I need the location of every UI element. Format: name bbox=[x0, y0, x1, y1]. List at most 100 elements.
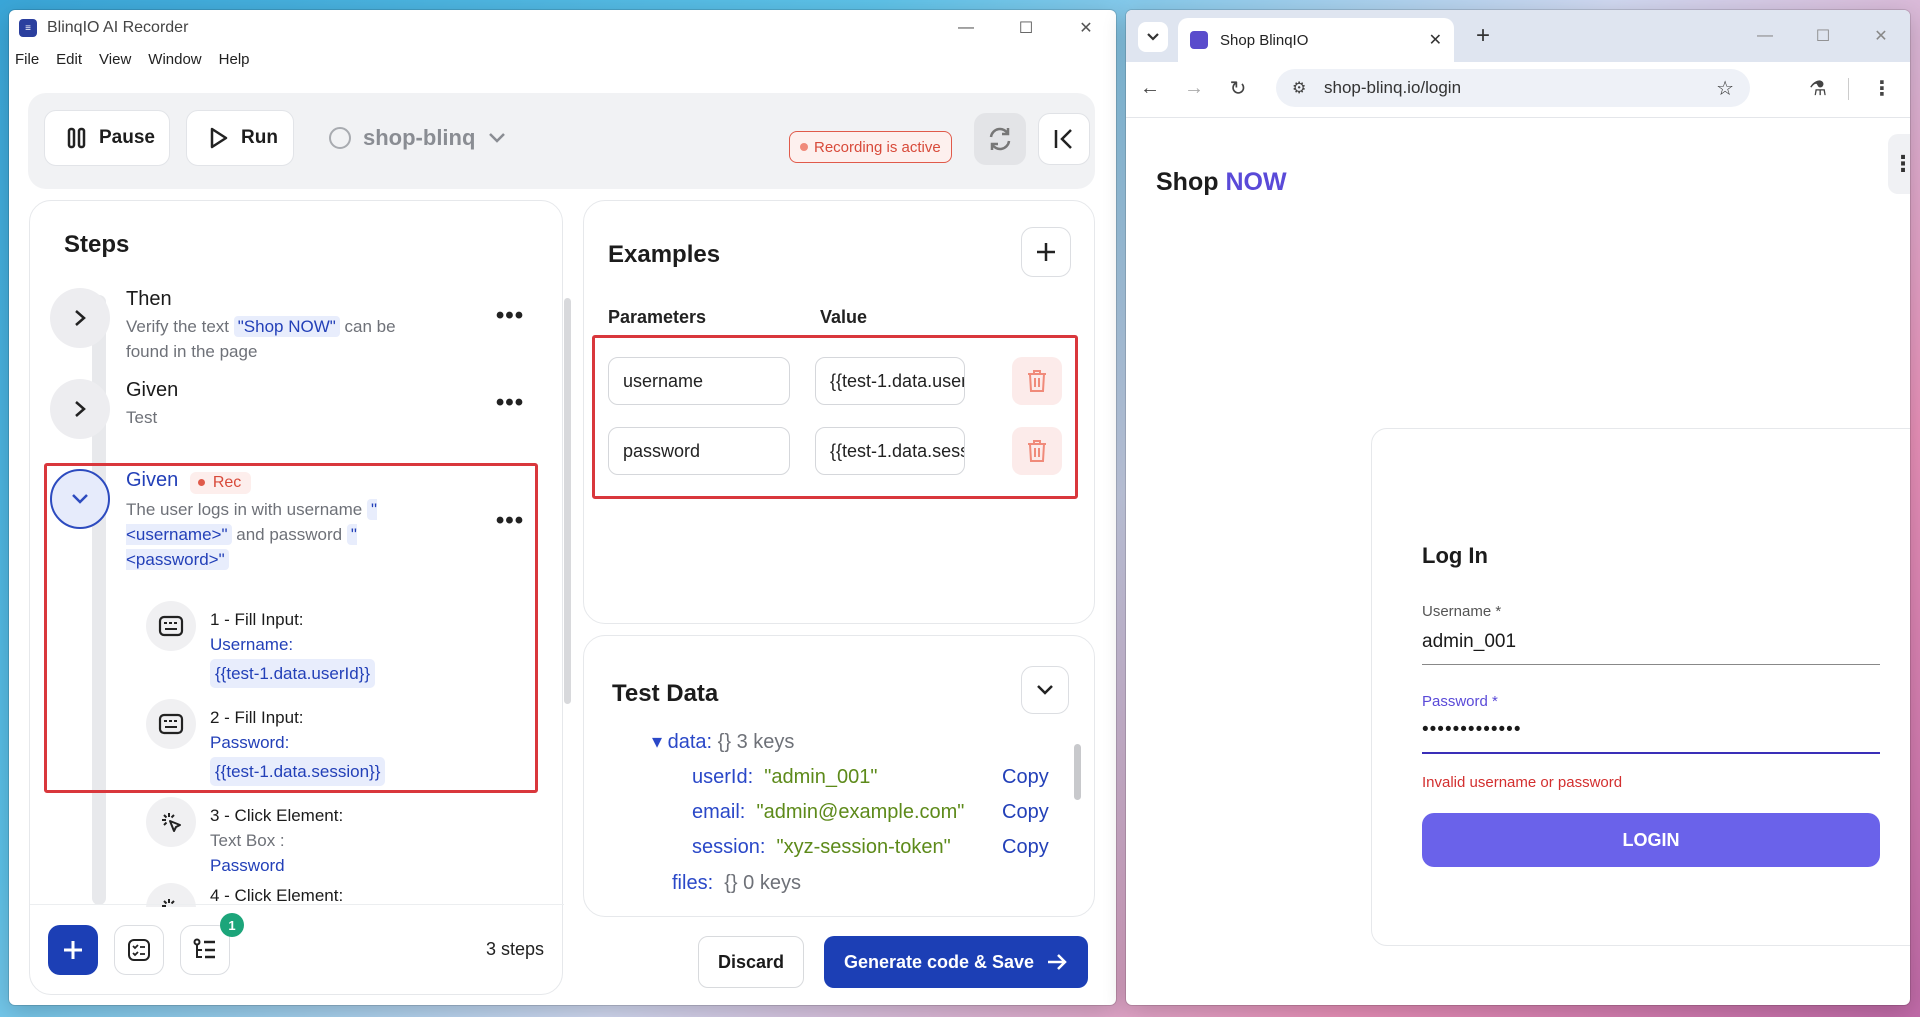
checklist-icon bbox=[128, 939, 150, 961]
tab-search-button[interactable] bbox=[1138, 22, 1168, 52]
json-value: "admin@example.com" bbox=[756, 801, 965, 823]
recorder-titlebar: ≡ BlinqIO AI Recorder — ☐ ✕ bbox=[9, 10, 1116, 46]
password-underline bbox=[1422, 752, 1880, 754]
expand-step-button[interactable] bbox=[50, 379, 110, 439]
step-more-button[interactable]: ••• bbox=[490, 302, 530, 330]
value-input-password[interactable]: {{test-1.data.session}} bbox=[815, 427, 965, 475]
add-step-button[interactable] bbox=[48, 925, 98, 975]
param-input-password[interactable]: password bbox=[608, 427, 790, 475]
menu-window[interactable]: Window bbox=[148, 51, 201, 68]
pause-button[interactable]: Pause bbox=[44, 110, 170, 166]
username-underline bbox=[1422, 664, 1880, 665]
step-more-button[interactable]: ••• bbox=[490, 389, 530, 417]
minimize-icon[interactable]: — bbox=[1736, 10, 1794, 62]
run-button[interactable]: Run bbox=[186, 110, 294, 166]
menu-view[interactable]: View bbox=[99, 51, 131, 68]
menu-file[interactable]: File bbox=[15, 51, 39, 68]
step-then[interactable]: Then Verify the text "Shop NOW" can be f… bbox=[50, 288, 530, 361]
substep-title: 1 - Fill Input: bbox=[210, 610, 304, 629]
delete-row-button[interactable] bbox=[1012, 357, 1062, 405]
recorder-toolbar: Pause Run shop-blinq Recording is active bbox=[28, 93, 1095, 189]
json-key: data: bbox=[667, 731, 713, 753]
expand-triangle-icon[interactable]: ▾ bbox=[652, 731, 662, 753]
step-more-button[interactable]: ••• bbox=[490, 507, 530, 535]
close-icon[interactable]: ✕ bbox=[1852, 10, 1910, 62]
menu-edit[interactable]: Edit bbox=[56, 51, 82, 68]
copy-button[interactable]: Copy bbox=[1002, 760, 1049, 795]
substep-title: 3 - Click Element: bbox=[210, 806, 344, 825]
json-value: "xyz-session-token" bbox=[776, 836, 951, 858]
substep-fill-password[interactable]: 2 - Fill Input: Password: {{test-1.data.… bbox=[146, 699, 546, 786]
login-button[interactable]: LOGIN bbox=[1422, 813, 1880, 867]
recording-dot-icon bbox=[800, 143, 808, 151]
browser-window: Shop BlinqIO ✕ + — ☐ ✕ ← → ↻ ⚙ shop-blin… bbox=[1126, 10, 1910, 1005]
json-entry: session: "xyz-session-token" bbox=[692, 830, 951, 865]
step-given-test[interactable]: Given Test ••• bbox=[50, 379, 530, 439]
address-bar[interactable]: ⚙ shop-blinq.io/login ☆ bbox=[1276, 69, 1750, 107]
trash-icon bbox=[1028, 370, 1046, 392]
param-input-username[interactable]: username bbox=[608, 357, 790, 405]
test-data-scrollbar[interactable] bbox=[1074, 744, 1081, 800]
new-tab-icon[interactable]: + bbox=[1476, 22, 1490, 50]
browser-menu-icon[interactable]: ⋮ bbox=[1870, 76, 1894, 100]
substep-click-password[interactable]: 3 - Click Element: Text Box : Password bbox=[146, 797, 546, 877]
substep-text: 3 - Click Element: Text Box : Password bbox=[210, 803, 343, 878]
maximize-icon[interactable]: ☐ bbox=[996, 10, 1056, 46]
value-input-username[interactable]: {{test-1.data.userId}} bbox=[815, 357, 965, 405]
delete-row-button[interactable] bbox=[1012, 427, 1062, 475]
collapse-step-button[interactable] bbox=[50, 469, 110, 529]
site-info-icon[interactable]: ⚙ bbox=[1292, 78, 1306, 98]
test-data-title: Test Data bbox=[612, 680, 719, 707]
recording-status-badge: Recording is active bbox=[789, 131, 952, 163]
step-description: The user logs in with username "<usernam… bbox=[126, 497, 426, 572]
labs-flask-icon[interactable]: ⚗ bbox=[1806, 76, 1830, 100]
step-highlight: "Shop NOW" bbox=[233, 316, 340, 337]
json-value: "admin_001" bbox=[764, 766, 878, 788]
substep-fill-username[interactable]: 1 - Fill Input: Username: {{test-1.data.… bbox=[146, 601, 546, 688]
collapse-panel-button[interactable] bbox=[1038, 113, 1090, 165]
play-icon bbox=[210, 127, 228, 149]
tab-close-icon[interactable]: ✕ bbox=[1429, 30, 1442, 50]
plus-icon bbox=[1037, 243, 1055, 261]
username-label: Username * bbox=[1422, 603, 1502, 620]
menu-help[interactable]: Help bbox=[219, 51, 250, 68]
copy-button[interactable]: Copy bbox=[1002, 795, 1049, 830]
checklist-button[interactable] bbox=[114, 925, 164, 975]
trash-icon bbox=[1028, 440, 1046, 462]
menu-bar: File Edit View Window Help bbox=[9, 46, 1116, 72]
json-key: files: bbox=[672, 872, 714, 894]
test-data-toggle-button[interactable] bbox=[1021, 666, 1069, 714]
maximize-icon[interactable]: ☐ bbox=[1794, 10, 1852, 62]
json-entry: files: {} 0 keys bbox=[672, 866, 801, 901]
rec-label: Rec bbox=[212, 473, 242, 491]
json-key: email: bbox=[692, 801, 746, 823]
json-root[interactable]: ▾ data: {} 3 keys bbox=[652, 725, 794, 760]
close-icon[interactable]: ✕ bbox=[1056, 10, 1116, 46]
step-text: Verify the text bbox=[126, 317, 229, 336]
expand-step-button[interactable] bbox=[50, 288, 110, 348]
bookmark-star-icon[interactable]: ☆ bbox=[1716, 76, 1734, 101]
rec-dot-icon bbox=[197, 479, 205, 486]
click-icon bbox=[146, 797, 196, 847]
forward-icon[interactable]: → bbox=[1182, 76, 1206, 100]
generate-code-save-button[interactable]: Generate code & Save bbox=[824, 936, 1088, 988]
steps-scrollbar[interactable] bbox=[564, 298, 571, 704]
add-example-button[interactable] bbox=[1021, 227, 1071, 277]
examples-title: Examples bbox=[608, 241, 721, 268]
copy-button[interactable]: Copy bbox=[1002, 830, 1049, 865]
refresh-button[interactable] bbox=[974, 113, 1026, 165]
step-given-login[interactable]: Given Rec The user logs in with username… bbox=[50, 469, 530, 579]
reload-icon[interactable]: ↻ bbox=[1226, 76, 1250, 100]
substep-value: {{test-1.data.session}} bbox=[210, 757, 386, 786]
minimize-icon[interactable]: — bbox=[936, 10, 996, 46]
side-panel-handle[interactable]: ⋮ bbox=[1888, 134, 1910, 194]
keyboard-icon bbox=[146, 699, 196, 749]
discard-button[interactable]: Discard bbox=[698, 936, 804, 988]
project-select[interactable]: shop-blinq bbox=[329, 125, 507, 151]
username-input[interactable]: admin_001 bbox=[1422, 631, 1516, 653]
json-key: session: bbox=[692, 836, 766, 858]
password-input[interactable]: ••••••••••••• bbox=[1422, 719, 1521, 741]
back-icon[interactable]: ← bbox=[1138, 76, 1162, 100]
browser-tab[interactable]: Shop BlinqIO ✕ bbox=[1178, 18, 1454, 62]
brand-accent: NOW bbox=[1225, 168, 1287, 196]
